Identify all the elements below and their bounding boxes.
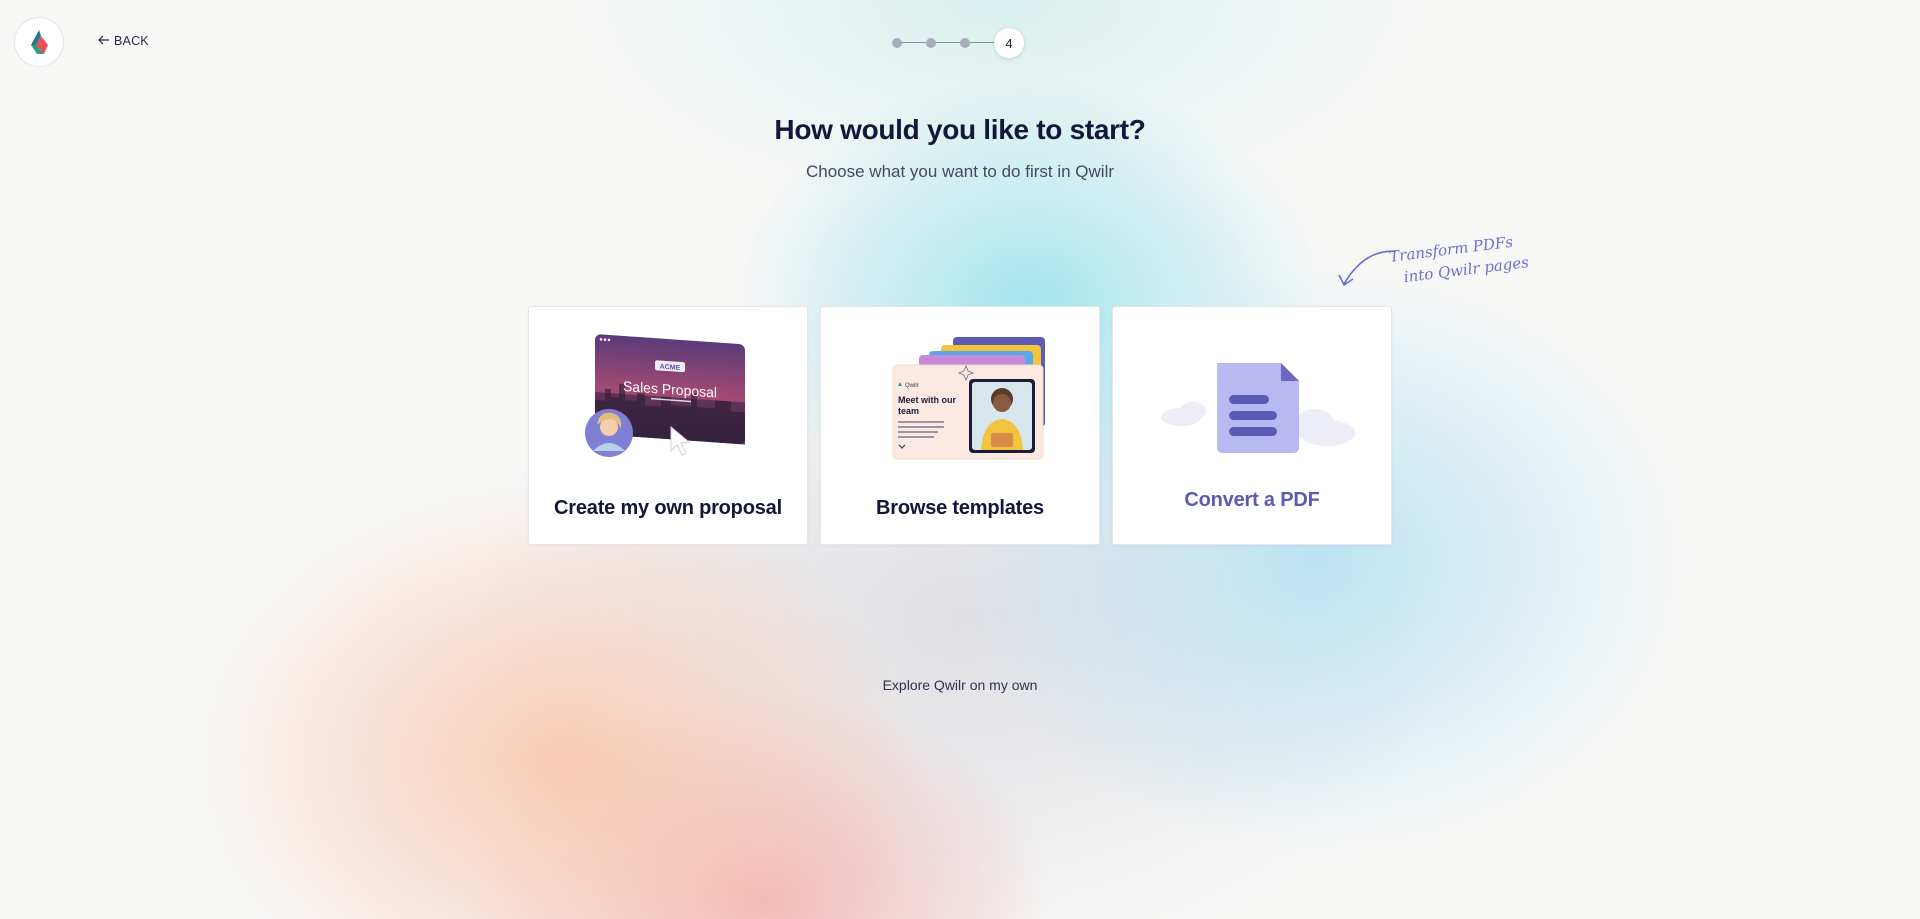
qwilr-logo[interactable]: [14, 17, 64, 67]
acme-badge: ACME: [660, 364, 681, 372]
page-title: How would you like to start?: [774, 114, 1146, 145]
curved-arrow-icon: [1338, 250, 1396, 287]
convert-pdf-card[interactable]: Convert a PDF: [1112, 306, 1392, 545]
browse-templates-card[interactable]: Qwilr Meet with our team Browse template…: [820, 306, 1100, 545]
step-dot-1: [892, 38, 902, 48]
qwilr-logo-icon: [31, 30, 48, 54]
pdf-document-icon: [1161, 363, 1355, 453]
explore-on-my-own-link[interactable]: Explore Qwilr on my own: [0, 677, 1920, 693]
stepper-line: [897, 42, 997, 43]
pdf-annotation: Transform PDFs into Qwilr pages: [1336, 233, 1530, 310]
convert-pdf-label: Convert a PDF: [1184, 489, 1320, 511]
back-label: BACK: [114, 34, 149, 48]
step-dot-3: [960, 38, 970, 48]
step-current: 4: [994, 28, 1024, 58]
svg-text:Meet with our: Meet with our: [898, 395, 956, 405]
back-button[interactable]: BACK: [98, 34, 149, 48]
arrow-left-icon: [98, 34, 110, 48]
create-proposal-card[interactable]: ACME Sales Proposal Create my own propos…: [528, 306, 808, 545]
svg-text:team: team: [898, 406, 919, 416]
create-proposal-label: Create my own proposal: [554, 497, 782, 519]
sales-proposal-illustration: ACME Sales Proposal: [585, 334, 745, 457]
browse-templates-label: Browse templates: [876, 497, 1044, 519]
template-brand: Qwilr: [905, 383, 919, 389]
step-dot-2: [926, 38, 936, 48]
templates-illustration: Qwilr Meet with our team: [892, 337, 1045, 460]
progress-stepper: 4: [892, 28, 1028, 58]
page-subtitle: Choose what you want to do first in Qwil…: [805, 162, 1115, 181]
